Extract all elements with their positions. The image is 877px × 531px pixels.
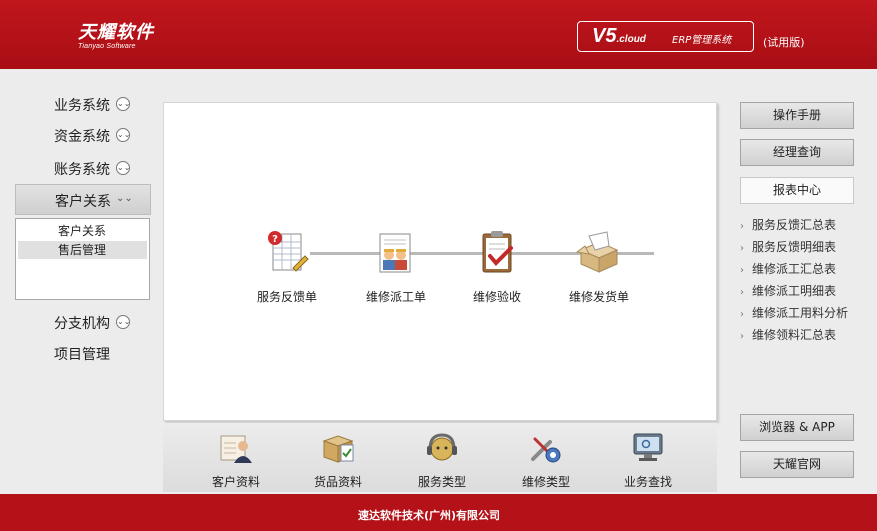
nav-item-label: 资金系统 bbox=[54, 129, 110, 145]
manager-query-button[interactable]: 经理查询 bbox=[740, 139, 854, 166]
product-name: ERP管理系统 bbox=[672, 35, 732, 46]
chevron-right-icon: › bbox=[740, 265, 744, 276]
flow-step-label: 维修验收 bbox=[472, 290, 521, 304]
version-suffix: .cloud bbox=[616, 34, 646, 45]
chevron-right-icon: › bbox=[740, 221, 744, 232]
chevron-right-icon: › bbox=[740, 309, 744, 320]
nav-item-branches[interactable]: 分支机构 ⌄⌄ bbox=[15, 307, 151, 337]
nav-item-label: 分支机构 bbox=[54, 316, 110, 332]
tools-gear-icon bbox=[531, 437, 561, 463]
quick-link-label: 服务类型 bbox=[417, 475, 466, 489]
report-link[interactable]: › 维修派工汇总表 bbox=[740, 260, 836, 277]
quick-link-repair-type[interactable]: 维修类型 bbox=[506, 431, 586, 490]
nav-item-accounting[interactable]: 账务系统 ⌄⌄ bbox=[15, 153, 151, 183]
nav-item-crm[interactable]: 客户关系 ⌄⌄ bbox=[15, 184, 151, 215]
nav-item-label: 项目管理 bbox=[54, 347, 110, 363]
chevron-down-icon[interactable]: ⌄⌄ bbox=[116, 193, 133, 207]
report-link[interactable]: › 服务反馈汇总表 bbox=[740, 216, 836, 233]
nav-item-business[interactable]: 业务系统 ⌄⌄ bbox=[15, 89, 151, 119]
chevron-right-icon: › bbox=[740, 287, 744, 298]
version-badge: V5.cloud ERP管理系统 bbox=[577, 21, 754, 52]
report-link[interactable]: › 维修派工用料分析 bbox=[740, 304, 848, 321]
quick-link-label: 维修类型 bbox=[521, 475, 570, 489]
chevron-down-icon[interactable]: ⌄⌄ bbox=[116, 128, 130, 142]
flow-step-label: 维修发货单 bbox=[568, 290, 629, 304]
workflow-panel: ? 服务反馈单 维修派工单 维修验收 维修发货单 bbox=[163, 102, 717, 421]
report-link[interactable]: › 维修领料汇总表 bbox=[740, 326, 836, 343]
chevron-right-icon: › bbox=[740, 243, 744, 254]
flow-step-feedback[interactable]: ? 服务反馈单 bbox=[242, 228, 332, 305]
logo-cn: 天耀软件 bbox=[78, 22, 154, 43]
customer-card-icon bbox=[220, 435, 252, 463]
chevron-right-icon: › bbox=[740, 331, 744, 342]
company-name: 速达软件技术(广州)有限公司 bbox=[358, 509, 501, 522]
crm-submenu: 客户关系 售后管理 bbox=[15, 218, 150, 300]
quick-link-business-search[interactable]: 业务查找 bbox=[608, 431, 688, 490]
official-site-button[interactable]: 天耀官网 bbox=[740, 451, 854, 478]
flow-step-shipping[interactable]: 维修发货单 bbox=[554, 228, 644, 305]
feedback-form-icon: ? bbox=[268, 231, 309, 272]
chevron-down-icon[interactable]: ⌄⌄ bbox=[116, 315, 130, 329]
logo-en: Tianyao Software bbox=[78, 43, 136, 50]
shipping-box-icon bbox=[575, 231, 619, 273]
acceptance-clipboard-icon bbox=[482, 231, 513, 273]
trial-label: (试用版) bbox=[763, 36, 805, 49]
chevron-down-icon[interactable]: ⌄⌄ bbox=[116, 97, 130, 111]
quick-link-goods[interactable]: 货品资料 bbox=[298, 431, 378, 490]
manual-button[interactable]: 操作手册 bbox=[740, 102, 854, 129]
report-link[interactable]: › 服务反馈明细表 bbox=[740, 238, 836, 255]
dispatch-order-icon bbox=[379, 233, 411, 273]
quick-link-customer[interactable]: 客户资料 bbox=[196, 431, 276, 490]
flow-step-acceptance[interactable]: 维修验收 bbox=[452, 228, 542, 305]
quick-link-label: 货品资料 bbox=[313, 475, 362, 489]
browser-app-button[interactable]: 浏览器 & APP bbox=[740, 414, 854, 441]
report-center-button[interactable]: 报表中心 bbox=[740, 177, 854, 204]
flow-step-label: 维修派工单 bbox=[365, 290, 426, 304]
app-footer: 速达软件技术(广州)有限公司 bbox=[0, 494, 877, 531]
quick-link-label: 业务查找 bbox=[623, 475, 672, 489]
quick-link-service-type[interactable]: 服务类型 bbox=[402, 431, 482, 490]
brand-logo: 天耀软件 Tianyao Software bbox=[78, 18, 154, 50]
version-number: V5.cloud bbox=[592, 25, 646, 47]
report-link[interactable]: › 维修派工明细表 bbox=[740, 282, 836, 299]
quick-links-bar: 客户资料 货品资料 服务类型 维修类型 业务查找 bbox=[163, 423, 717, 492]
flow-step-label: 服务反馈单 bbox=[256, 290, 317, 304]
nav-item-projects[interactable]: 项目管理 bbox=[15, 338, 151, 368]
monitor-search-icon bbox=[633, 433, 663, 461]
chevron-down-icon[interactable]: ⌄⌄ bbox=[116, 161, 130, 175]
svg-text:?: ? bbox=[272, 234, 278, 245]
goods-box-icon bbox=[322, 435, 354, 463]
nav-item-funds[interactable]: 资金系统 ⌄⌄ bbox=[15, 120, 151, 150]
flow-step-dispatch[interactable]: 维修派工单 bbox=[351, 228, 441, 305]
nav-item-label: 账务系统 bbox=[54, 162, 110, 178]
headset-service-icon bbox=[427, 433, 457, 461]
submenu-item-crm[interactable]: 客户关系 bbox=[18, 222, 147, 240]
quick-link-label: 客户资料 bbox=[211, 475, 260, 489]
nav-item-label: 业务系统 bbox=[54, 98, 110, 114]
submenu-item-after-sales[interactable]: 售后管理 bbox=[18, 241, 147, 259]
nav-item-label: 客户关系 bbox=[55, 194, 111, 210]
app-header: 天耀软件 Tianyao Software V5.cloud ERP管理系统 (… bbox=[0, 0, 877, 69]
